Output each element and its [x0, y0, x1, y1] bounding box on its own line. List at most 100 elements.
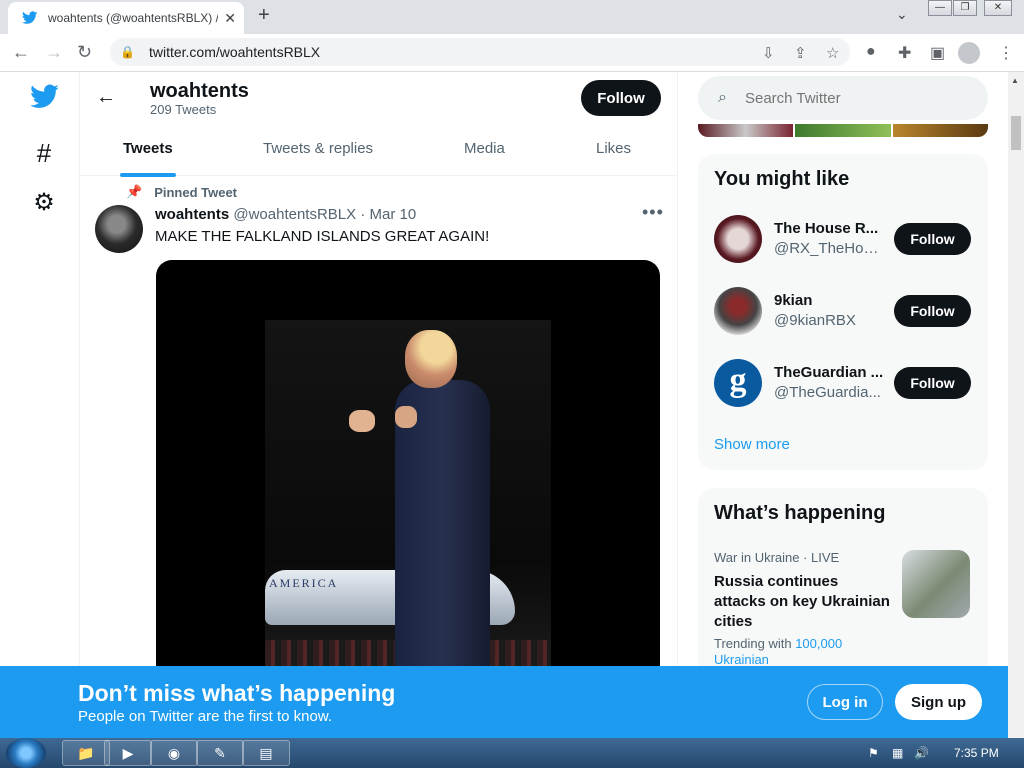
show-more-link[interactable]: Show more — [714, 436, 790, 453]
login-prompt-title: Don’t miss what’s happening — [78, 680, 396, 706]
whats-happening-title: What’s happening — [714, 502, 886, 524]
media-thumb[interactable] — [795, 124, 891, 137]
tab-likes[interactable]: Likes — [596, 140, 631, 157]
tweet-text: MAKE THE FALKLAND ISLANDS GREAT AGAIN! — [155, 228, 490, 245]
window-taskbar-icon[interactable]: ▤ — [242, 740, 290, 766]
follow-suggested-button[interactable]: Follow — [894, 223, 971, 255]
media-player-taskbar-icon[interactable]: ▶ — [104, 740, 152, 766]
profile-main-column: ← woahtents 209 Tweets Follow Tweets Twe… — [80, 72, 678, 666]
new-tab-icon[interactable]: + — [258, 4, 270, 27]
trending-prefix: Trending with — [714, 636, 792, 651]
tab-media[interactable]: Media — [464, 140, 505, 157]
address-url[interactable]: twitter.com/woahtentsRBLX — [149, 44, 320, 60]
notepad-taskbar-icon[interactable]: ✎ — [196, 740, 244, 766]
volume-tray-icon[interactable]: 🔊 — [914, 746, 929, 760]
menu-kebab-icon[interactable]: ⋮ — [998, 43, 1014, 63]
person-fist — [349, 410, 375, 432]
suggested-user-name[interactable]: 9kian — [774, 292, 884, 309]
close-window-icon[interactable]: ✕ — [984, 0, 1012, 16]
sign-up-button[interactable]: Sign up — [895, 684, 982, 720]
back-arrow-icon[interactable]: ← — [12, 42, 30, 63]
you-might-like-panel: You might like The House R... @RX_TheHou… — [698, 154, 988, 470]
media-thumb[interactable] — [698, 124, 794, 137]
scroll-thumb[interactable] — [1011, 116, 1021, 150]
profile-avatar-icon[interactable] — [958, 42, 980, 64]
search-icon: ⌕ — [718, 89, 727, 106]
restore-icon[interactable]: ❐ — [953, 0, 977, 16]
pinned-label: Pinned Tweet — [154, 184, 238, 200]
guardian-logo-icon[interactable]: g — [714, 359, 762, 407]
lock-icon[interactable]: 🔒 — [120, 45, 135, 59]
suggested-user-name[interactable]: TheGuardian ... — [774, 364, 884, 381]
follow-suggested-button[interactable]: Follow — [894, 367, 971, 399]
media-thumb[interactable] — [892, 124, 988, 137]
video-frame: AMERICA — [265, 320, 551, 666]
start-button[interactable] — [6, 738, 46, 768]
profile-name: woahtents — [150, 80, 249, 102]
taskbar-clock[interactable]: 7:35 PM — [954, 746, 999, 760]
extension-icon[interactable]: ● — [866, 43, 876, 61]
login-prompt-subtitle: People on Twitter are the first to know. — [78, 708, 333, 725]
tweet-count: 209 Tweets — [150, 102, 217, 117]
trend-category: War in Ukraine · LIVE — [714, 550, 840, 565]
twitter-favicon-icon — [22, 11, 38, 24]
address-bar[interactable]: 🔒 twitter.com/woahtentsRBLX — [110, 38, 850, 66]
side-panel-icon[interactable]: ▣ — [930, 43, 945, 63]
reload-icon[interactable]: ↻ — [77, 42, 92, 63]
login-prompt-bar: Don’t miss what’s happening People on Tw… — [0, 666, 1008, 738]
search-box[interactable]: ⌕ — [698, 76, 988, 120]
chrome-taskbar-icon[interactable]: ◉ — [150, 740, 198, 766]
suggested-user-handle[interactable]: @RX_TheHouse — [774, 240, 884, 257]
suggested-user-avatar[interactable] — [714, 287, 762, 335]
profile-tabs: Tweets Tweets & replies Media Likes — [80, 124, 677, 177]
tab-title: woahtents (@woahtentsRBLX) / Twitter — [48, 11, 218, 25]
scroll-up-icon[interactable]: ▲ — [1011, 76, 1019, 85]
tweet-author-avatar[interactable] — [95, 205, 143, 253]
suggested-user-handle[interactable]: @9kianRBX — [774, 312, 884, 329]
tab-search-chevron-icon[interactable]: ⌄ — [896, 6, 908, 23]
search-input[interactable] — [744, 89, 945, 107]
browser-tab[interactable]: woahtents (@woahtentsRBLX) / Twitter ✕ — [8, 2, 244, 34]
follow-button[interactable]: Follow — [581, 80, 661, 116]
trend-headline[interactable]: Russia continues attacks on key Ukrainia… — [714, 572, 894, 632]
tweet-author-name[interactable]: woahtents — [155, 206, 229, 223]
explore-hashtag-icon[interactable]: # — [30, 138, 58, 168]
bookmark-star-icon[interactable]: ☆ — [826, 44, 839, 62]
share-icon[interactable]: ⇪ — [794, 44, 807, 62]
pin-icon: 📌 — [126, 184, 143, 199]
pinned-label-row: 📌 Pinned Tweet — [126, 184, 237, 200]
tweet-meta[interactable]: @woahtentsRBLX · Mar 10 — [233, 206, 416, 223]
more-options-icon[interactable]: ••• — [642, 202, 664, 223]
active-tab-indicator — [120, 173, 176, 177]
windows-taskbar: 📁 ▶ ◉ ✎ ▤ ⚑ ▦ 🔊 7:35 PM — [0, 738, 1024, 768]
suggested-user-avatar[interactable] — [714, 215, 762, 263]
install-app-icon[interactable]: ⇩ — [762, 44, 775, 62]
trend-meta: Trending with 100,000 Ukrainian — [714, 636, 884, 668]
profile-media-strip[interactable] — [698, 124, 988, 137]
explorer-taskbar-icon[interactable]: 📁 — [62, 740, 110, 766]
forward-arrow-icon[interactable]: → — [45, 42, 63, 63]
page-scrollbar[interactable]: ▲ — [1008, 72, 1024, 738]
follow-suggested-button[interactable]: Follow — [894, 295, 971, 327]
flag-tray-icon[interactable]: ⚑ — [868, 746, 879, 760]
you-might-like-title: You might like — [714, 168, 850, 190]
trend-thumbnail[interactable] — [902, 550, 970, 618]
tab-tweets[interactable]: Tweets — [123, 140, 173, 157]
settings-gear-icon[interactable]: ⚙ — [30, 188, 58, 216]
log-in-button[interactable]: Log in — [807, 684, 883, 720]
suggested-user-name[interactable]: The House R... — [774, 220, 884, 237]
network-tray-icon[interactable]: ▦ — [892, 746, 903, 760]
tweet-video[interactable]: AMERICA — [156, 260, 660, 666]
puzzle-icon[interactable]: ✚ — [898, 43, 911, 63]
tab-close-icon[interactable]: ✕ — [224, 10, 236, 27]
tweet-header: woahtents @woahtentsRBLX · Mar 10 — [155, 206, 416, 223]
twitter-logo-icon[interactable] — [30, 84, 59, 112]
whats-happening-panel: What’s happening War in Ukraine · LIVE R… — [698, 488, 988, 688]
airplane-lettering: AMERICA — [269, 576, 339, 590]
tab-tweets-replies[interactable]: Tweets & replies — [263, 140, 373, 157]
suggested-user-handle[interactable]: @TheGuardia... — [774, 384, 884, 401]
back-arrow-icon[interactable]: ← — [96, 86, 116, 109]
browser-toolbar: ← → ↻ 🔒 twitter.com/woahtentsRBLX ⇩ ⇪ ☆ … — [0, 34, 1024, 72]
minimize-icon[interactable]: — — [928, 0, 952, 16]
person-head — [405, 330, 457, 388]
